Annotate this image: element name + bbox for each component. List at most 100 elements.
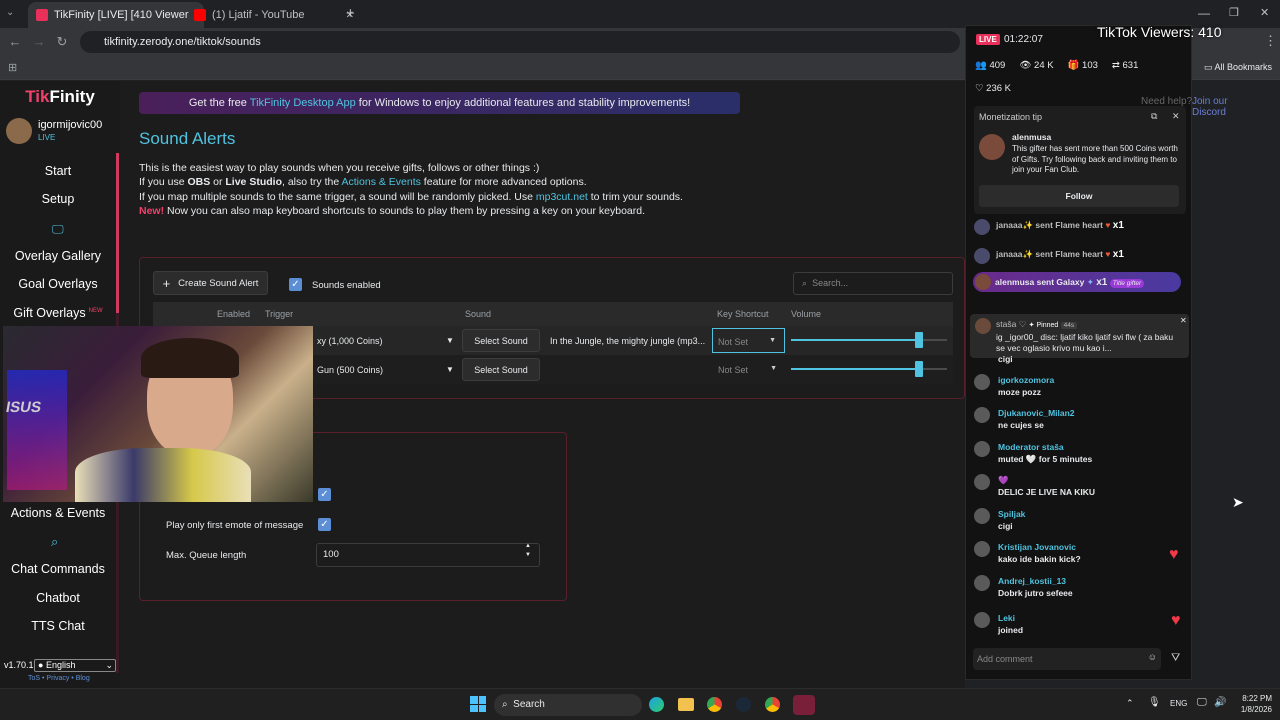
chat-message: igorkozomora moze pozz bbox=[974, 374, 1184, 398]
forward-icon[interactable]: → bbox=[30, 33, 48, 51]
sidebar-item-goal-overlays[interactable]: Goal Overlays bbox=[0, 277, 116, 291]
sidebar-item-chatbot[interactable]: Chatbot bbox=[0, 591, 116, 605]
mp3cut-link[interactable]: mp3cut.net bbox=[536, 191, 588, 203]
emoji-icon[interactable]: ☺ bbox=[1148, 652, 1157, 662]
likes-stat: ♡ 236 K bbox=[975, 83, 1011, 94]
tab-tikfinity[interactable]: TikFinity [LIVE] [410 Viewer ✕ bbox=[28, 2, 204, 28]
edge-icon[interactable] bbox=[649, 697, 664, 712]
close-window-icon[interactable]: ✕ bbox=[1260, 6, 1269, 19]
maximize-icon[interactable]: ❐ bbox=[1229, 6, 1239, 19]
gift-overlays-label: Gift Overlays bbox=[13, 306, 86, 320]
stepper-icon[interactable]: ▲ ▼ bbox=[525, 542, 531, 560]
filter-icon[interactable]: ⛛ bbox=[1171, 652, 1180, 665]
search-input[interactable]: ⌕ Search... bbox=[793, 272, 953, 295]
pinned-age: 44s bbox=[1060, 322, 1078, 329]
url-field[interactable]: tikfinity.zerody.one/tiktok/sounds bbox=[80, 31, 960, 53]
clock[interactable]: 8:22 PM 1/8/2026 bbox=[1232, 693, 1272, 715]
setting-checkbox[interactable]: ✓ bbox=[318, 488, 331, 501]
chat-username[interactable]: 💜 bbox=[998, 474, 1184, 486]
chat-username[interactable]: Andrej_kostii_13 bbox=[998, 575, 1184, 587]
privacy-link[interactable]: Privacy bbox=[46, 675, 69, 682]
close-icon[interactable]: ✕ bbox=[1172, 111, 1180, 122]
sidebar-item-chat-commands[interactable]: Chat Commands bbox=[0, 562, 116, 576]
chat-username[interactable]: Leki bbox=[998, 612, 1184, 624]
mic-icon[interactable]: 🎙 bbox=[1148, 697, 1161, 708]
first-emote-checkbox[interactable]: ✓ bbox=[318, 518, 331, 531]
all-bookmarks[interactable]: ▭ All Bookmarks bbox=[1204, 62, 1272, 73]
chat-username[interactable]: igorkozomora bbox=[998, 374, 1184, 386]
tray-chevron-icon[interactable]: ⌃ bbox=[1126, 698, 1134, 709]
menu-icon[interactable]: ⋮ bbox=[1264, 33, 1277, 49]
col-key-shortcut: Key Shortcut bbox=[717, 309, 769, 319]
add-comment-input[interactable]: Add comment ☺ bbox=[973, 648, 1161, 670]
sidebar-item-overlay-gallery[interactable]: Overlay Gallery bbox=[0, 249, 116, 263]
create-sound-alert-button[interactable]: + Create Sound Alert bbox=[153, 271, 268, 295]
avatar bbox=[974, 575, 990, 591]
close-icon[interactable]: ✕ bbox=[1180, 316, 1187, 325]
sidebar-item-start[interactable]: Start bbox=[0, 164, 116, 178]
open-external-icon[interactable]: ⧉ bbox=[1151, 111, 1157, 122]
new-tab-icon[interactable]: + bbox=[346, 5, 355, 22]
col-volume: Volume bbox=[791, 309, 822, 319]
file-explorer-icon[interactable] bbox=[678, 698, 694, 711]
chevron-down-icon[interactable]: ▼ bbox=[446, 336, 454, 345]
volume-slider[interactable] bbox=[791, 361, 947, 377]
chevron-down-icon[interactable]: ▼ bbox=[446, 365, 454, 374]
tab-youtube[interactable]: (1) Ljatif - YouTube ✕ bbox=[186, 2, 362, 28]
language-select[interactable]: ● English ⌄ bbox=[34, 659, 116, 672]
trigger-select[interactable]: xy (1,000 Coins) bbox=[317, 336, 383, 346]
tikfinity-logo[interactable]: TikFinity bbox=[0, 87, 120, 107]
tip-text: This gifter has sent more than 500 Coins… bbox=[1012, 144, 1178, 174]
discord-app-icon[interactable] bbox=[793, 695, 815, 715]
volume-icon[interactable]: 🔊 bbox=[1214, 697, 1226, 708]
sidebar-scrollbar-thumb[interactable] bbox=[116, 153, 119, 313]
discord-link[interactable]: Join our Discord bbox=[1192, 96, 1262, 118]
steam-icon[interactable] bbox=[736, 697, 751, 712]
follow-button[interactable]: Follow bbox=[979, 185, 1179, 207]
sidebar-item-tts-chat[interactable]: TTS Chat bbox=[0, 619, 116, 633]
sidebar-item-setup[interactable]: Setup bbox=[0, 192, 116, 206]
tos-link[interactable]: ToS bbox=[28, 675, 40, 682]
windows-start-icon[interactable] bbox=[470, 696, 486, 712]
volume-slider[interactable] bbox=[791, 332, 947, 348]
key-shortcut-select[interactable]: Not Set ▼ bbox=[712, 328, 785, 353]
language-indicator[interactable]: ENG bbox=[1170, 699, 1187, 708]
intro-line-1: This is the easiest way to play sounds w… bbox=[139, 162, 540, 174]
actions-events-link[interactable]: Actions & Events bbox=[342, 176, 421, 188]
version-label: v1.70.1 bbox=[4, 660, 34, 670]
chat-username[interactable]: Kristijan Jovanovic bbox=[998, 541, 1184, 553]
chat-username[interactable]: Spiljak bbox=[998, 508, 1184, 520]
sidebar-item-gift-overlays[interactable]: Gift Overlays NEW bbox=[0, 306, 116, 320]
logo-part-a: Tik bbox=[25, 87, 50, 106]
chat-username[interactable]: Djukanovic_Milan2 bbox=[998, 407, 1184, 419]
chat-username[interactable]: Moderator staša bbox=[998, 441, 1184, 453]
avatar bbox=[974, 474, 990, 490]
need-help-link[interactable]: Need help? bbox=[1141, 96, 1192, 107]
network-icon[interactable]: 🖵 bbox=[1197, 697, 1207, 708]
back-icon[interactable]: ← bbox=[6, 33, 24, 51]
blog-link[interactable]: Blog bbox=[76, 675, 90, 682]
select-sound-button[interactable]: Select Sound bbox=[462, 329, 540, 352]
desktop-app-link[interactable]: TikFinity Desktop App bbox=[250, 97, 356, 109]
streamer-shirt bbox=[75, 448, 251, 502]
queue-length-input[interactable]: 100 ▲ ▼ bbox=[316, 543, 540, 567]
minimize-icon[interactable]: — bbox=[1198, 6, 1210, 20]
chrome-icon[interactable] bbox=[707, 697, 722, 712]
apps-grid-icon[interactable]: ⊞ bbox=[8, 61, 17, 74]
chat-text: Dobrk jutro sefeee bbox=[998, 588, 1073, 598]
chat-text: kako ide bakin kick? bbox=[998, 554, 1081, 564]
sidebar-item-actions-events[interactable]: Actions & Events bbox=[0, 506, 116, 520]
sounds-enabled-checkbox[interactable]: ✓ bbox=[289, 278, 302, 291]
chat-message: cigi bbox=[974, 353, 1184, 365]
volume-thumb[interactable] bbox=[914, 361, 923, 377]
chat-text: joined bbox=[998, 625, 1024, 635]
tip-title: Monetization tip bbox=[979, 112, 1043, 122]
reload-icon[interactable]: ↻ bbox=[53, 33, 71, 51]
select-sound-button[interactable]: Select Sound bbox=[462, 358, 540, 381]
trigger-select[interactable]: Gun (500 Coins) bbox=[317, 365, 383, 375]
chrome-active-icon[interactable] bbox=[765, 697, 780, 712]
tab-search-icon[interactable]: ⌄ bbox=[6, 7, 20, 21]
volume-thumb[interactable] bbox=[914, 332, 923, 348]
taskbar-search[interactable]: ⌕ Search bbox=[494, 694, 642, 716]
key-shortcut-select[interactable]: Not Set ▼ bbox=[712, 357, 785, 382]
